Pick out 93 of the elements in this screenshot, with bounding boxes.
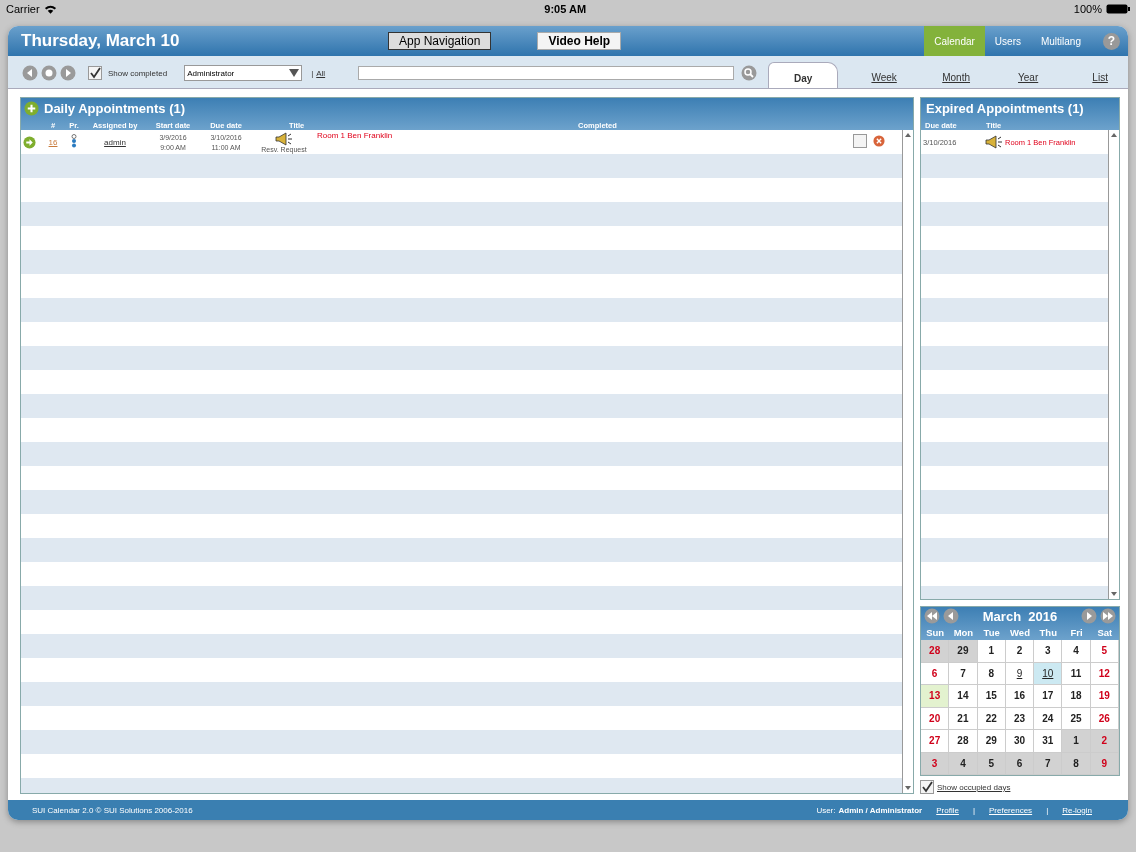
battery-percent: 100% (1073, 3, 1102, 15)
calendar-day[interactable]: 11 (1062, 662, 1091, 685)
clock-time: 9:05 AM (544, 3, 587, 15)
nav-tab[interactable]: Users (984, 26, 1031, 56)
search-icon[interactable] (741, 65, 758, 81)
weekday-label: Wed (1009, 627, 1031, 638)
search-field[interactable] (358, 66, 735, 80)
calendar-day[interactable]: 18 (1062, 685, 1091, 708)
show-occupied-link[interactable]: Show occupied days (937, 782, 1011, 792)
wifi-icon (43, 4, 57, 14)
show-completed-label: Show completed (108, 68, 168, 78)
calendar-day[interactable]: 1 (977, 640, 1006, 663)
weekday-label: Mon (952, 627, 975, 638)
separator-mark: | (311, 68, 314, 78)
calendar-day[interactable]: 6 (921, 662, 950, 685)
view-tab[interactable]: List (1064, 72, 1128, 88)
calendar-day[interactable]: 27 (921, 730, 950, 753)
priority-icon (71, 134, 77, 148)
calendar-day[interactable]: 3 (921, 752, 950, 775)
next-icon[interactable] (60, 65, 76, 81)
calendar-day[interactable]: 25 (1062, 707, 1091, 730)
battery-icon (1106, 4, 1130, 14)
open-arrow-icon[interactable] (23, 135, 36, 149)
appointment-number[interactable]: 16 (48, 137, 58, 147)
weekday-label: Sat (1096, 627, 1114, 638)
completed-checkbox[interactable] (853, 134, 867, 148)
calendar-day[interactable]: 24 (1034, 707, 1063, 730)
delete-icon[interactable] (873, 135, 885, 147)
calendar-day[interactable]: 30 (1005, 730, 1035, 753)
assigned-by-link[interactable]: admin (104, 137, 126, 147)
calendar-day[interactable]: 4 (1062, 640, 1091, 663)
first-icon[interactable] (924, 608, 940, 624)
previous-icon[interactable] (943, 608, 959, 624)
add-icon[interactable] (24, 101, 39, 116)
calendar-day[interactable]: 7 (1034, 752, 1063, 775)
calendar-day[interactable]: 1 (1062, 730, 1091, 753)
calendar-day[interactable]: 28 (921, 640, 950, 663)
calendar-day[interactable]: 7 (949, 662, 978, 685)
footer-link[interactable]: Profile (936, 805, 959, 815)
calendar-day[interactable]: 4 (949, 752, 978, 775)
calendar-day[interactable]: 20 (921, 707, 950, 730)
previous-icon[interactable] (22, 65, 38, 81)
month-title: March 2016 (981, 608, 1059, 624)
user-dropdown[interactable]: Administrator (184, 65, 303, 81)
show-occupied-checkbox[interactable] (920, 780, 934, 794)
calendar-day[interactable]: 17 (1034, 685, 1063, 708)
calendar-day[interactable]: 29 (977, 730, 1006, 753)
calendar-day[interactable]: 28 (949, 730, 978, 753)
calendar-day[interactable]: 16 (1005, 685, 1035, 708)
user-label: User: (816, 805, 836, 815)
nav-tab[interactable]: Multilang (1030, 26, 1091, 56)
appointment-title[interactable]: Room 1 Ben Franklin (317, 130, 811, 140)
panel-title: Daily Appointments (1) (44, 101, 186, 116)
calendar-day[interactable]: 21 (949, 707, 978, 730)
weekday-label: Thu (1038, 627, 1058, 638)
separator-mark: | (1046, 805, 1049, 815)
calendar-day[interactable]: 5 (1090, 640, 1119, 663)
calendar-day[interactable]: 13 (921, 685, 950, 708)
calendar-day[interactable]: 3 (1034, 640, 1063, 663)
weekday-label: Fri (1069, 627, 1084, 638)
separator-mark: | (972, 805, 975, 815)
megaphone-icon (275, 131, 293, 146)
panel-title: Expired Appointments (1) (926, 101, 1084, 116)
footer-link[interactable]: Preferences (989, 805, 1033, 815)
date-title: Thursday, March 10 (21, 31, 181, 51)
all-link[interactable]: All (316, 68, 326, 78)
calendar-day[interactable]: 8 (1062, 752, 1091, 775)
footer-link[interactable]: Re-login (1062, 805, 1092, 815)
carrier-label: Carrier (6, 3, 40, 15)
calendar-day[interactable]: 15 (977, 685, 1006, 708)
copyright-text: SUI Calendar 2.0 © SUI Solutions 2006-2016 (32, 805, 193, 815)
calendar-day[interactable]: 10 (1034, 662, 1063, 685)
video-help-button[interactable]: Video Help (537, 32, 622, 50)
view-tab[interactable]: Year (992, 72, 1065, 88)
megaphone-icon (985, 135, 1003, 149)
next-icon[interactable] (1081, 608, 1097, 624)
show-completed-checkbox[interactable] (88, 66, 102, 80)
calendar-day[interactable]: 2 (1090, 730, 1119, 753)
weekday-label: Sun (925, 627, 946, 638)
dropdown-caret-icon[interactable] (289, 69, 300, 77)
calendar-day[interactable]: 14 (949, 685, 978, 708)
view-tab[interactable]: Day (768, 62, 839, 88)
today-icon[interactable] (41, 65, 57, 81)
calendar-day[interactable]: 29 (949, 640, 978, 663)
calendar-day[interactable]: 19 (1090, 685, 1119, 708)
calendar-day[interactable]: 2 (1005, 640, 1035, 663)
calendar-day[interactable]: 31 (1034, 730, 1063, 753)
app-navigation-button[interactable]: App Navigation (388, 32, 492, 50)
user-name: Admin / Administrator (838, 805, 923, 815)
last-icon[interactable] (1100, 608, 1116, 624)
view-tab[interactable]: Week (848, 72, 921, 88)
weekday-label: Tue (982, 627, 1001, 638)
view-tab[interactable]: Month (920, 72, 993, 88)
